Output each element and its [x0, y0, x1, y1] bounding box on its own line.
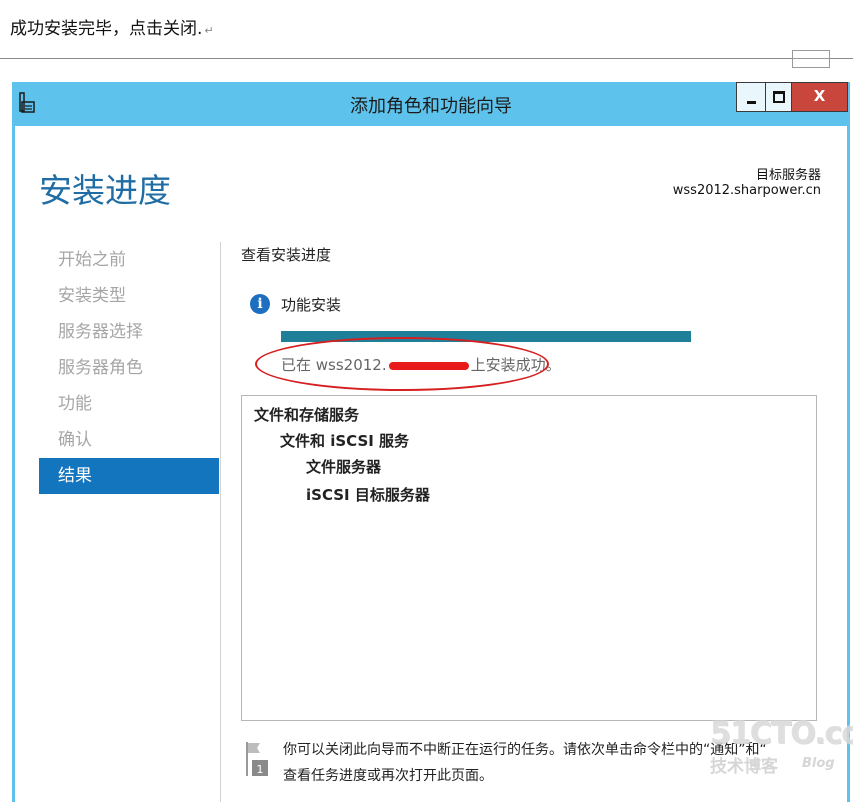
result-item-file-iscsi-services: 文件和 iSCSI 服务: [280, 432, 410, 450]
target-server-label: 目标服务器: [755, 168, 821, 183]
minimize-button[interactable]: [736, 82, 766, 112]
nav-item-server-selection[interactable]: 服务器选择: [39, 314, 219, 350]
flag-number: 1: [257, 763, 264, 776]
ruler-marker: [792, 50, 830, 68]
watermark-blog: Blog: [802, 756, 835, 771]
feature-install-label: 功能安装: [281, 296, 342, 314]
annotation-ellipse: [255, 337, 549, 391]
caption-text: 成功安装完毕，点击关闭.: [10, 19, 203, 39]
section-title: 查看安装进度: [241, 246, 332, 264]
nav-item-server-roles[interactable]: 服务器角色: [39, 350, 219, 386]
nav-item-installation-type[interactable]: 安装类型: [39, 278, 219, 314]
notification-flag-icon: 1: [246, 742, 268, 776]
watermark-logo: 51CTO.com: [710, 716, 853, 751]
result-item-file-storage-services: 文件和存储服务: [254, 406, 360, 424]
page-title: 安装进度: [39, 171, 171, 210]
nav-divider: [220, 242, 221, 802]
window-title: 添加角色和功能向导: [350, 96, 512, 117]
close-icon: X: [813, 87, 826, 105]
results-list[interactable]: 文件和存储服务 文件和 iSCSI 服务 文件服务器 iSCSI 目标服务器: [241, 395, 817, 721]
wizard-window: 添加角色和功能向导 X 安装进度 目标服务器 wss2012.sharpower…: [12, 82, 850, 802]
info-icon: i: [250, 294, 270, 314]
document-rule: [0, 58, 853, 59]
maximize-button[interactable]: [766, 82, 792, 112]
nav-item-confirmation[interactable]: 确认: [39, 422, 219, 458]
site-watermark: 51CTO.com 技术博客 Blog: [706, 716, 853, 778]
nav-item-before-you-begin[interactable]: 开始之前: [39, 242, 219, 278]
wizard-nav: 开始之前 安装类型 服务器选择 服务器角色 功能 确认 结果: [39, 242, 219, 494]
nav-item-features[interactable]: 功能: [39, 386, 219, 422]
nav-item-results[interactable]: 结果: [39, 458, 219, 494]
result-item-file-server: 文件服务器: [306, 458, 382, 476]
pilcrow-mark: ↵: [204, 24, 214, 37]
watermark-subtitle: 技术博客: [710, 757, 778, 777]
document-caption: 成功安装完毕，点击关闭. ↵: [10, 14, 214, 39]
title-bar[interactable]: 添加角色和功能向导 X: [12, 82, 850, 126]
target-server-value: wss2012.sharpower.cn: [672, 183, 821, 198]
close-button[interactable]: X: [792, 82, 848, 112]
result-item-iscsi-target-server: iSCSI 目标服务器: [306, 486, 430, 504]
